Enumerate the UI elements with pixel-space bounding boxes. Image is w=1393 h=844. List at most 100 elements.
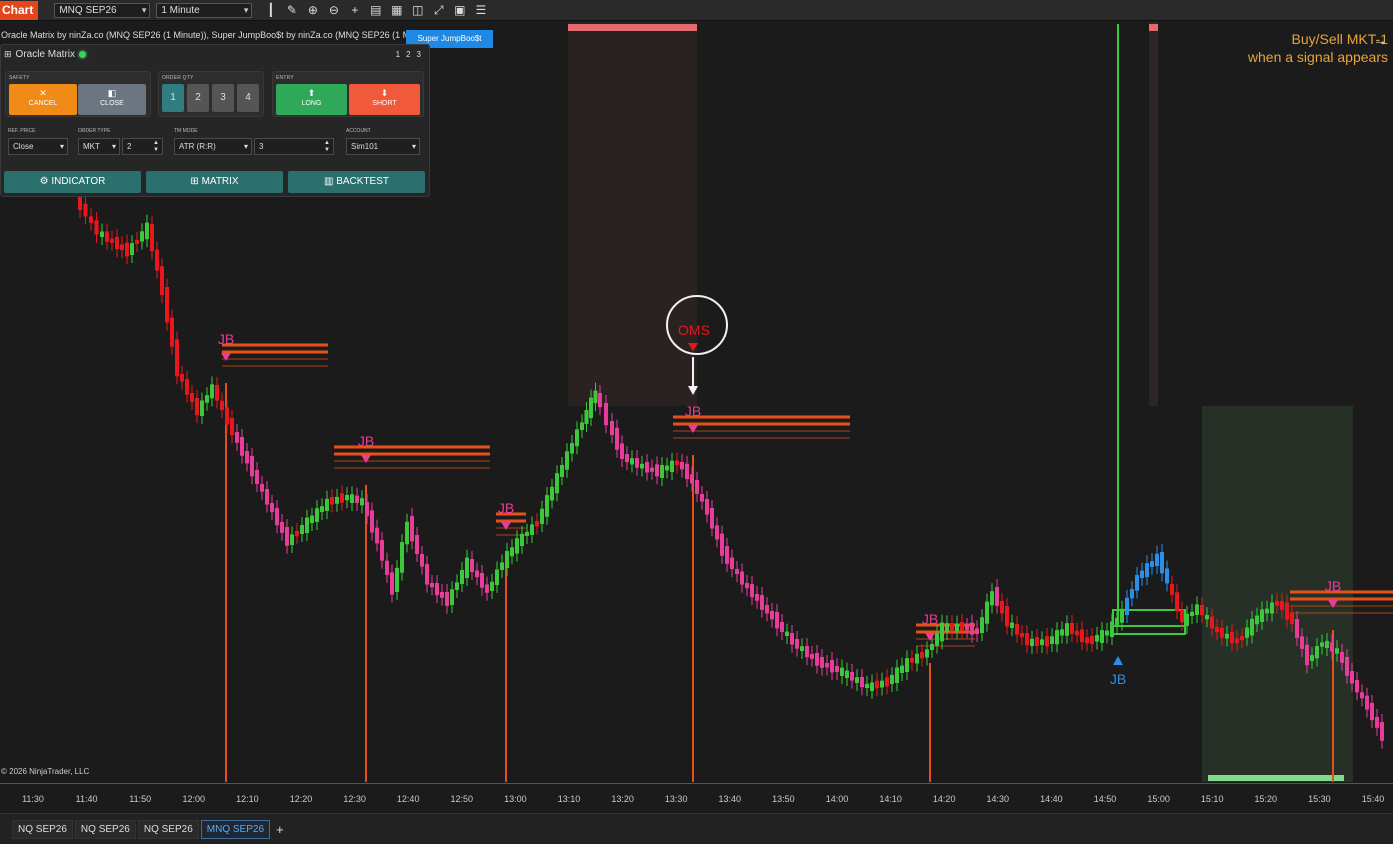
candle-body xyxy=(770,611,774,620)
account-select[interactable]: Sim101 ▾ xyxy=(346,138,420,155)
candle-body xyxy=(330,497,334,505)
time-tick: 12:00 xyxy=(182,794,206,804)
candle-body xyxy=(1020,633,1024,638)
candle-body xyxy=(270,503,274,513)
candle-body xyxy=(1265,608,1269,614)
time-tick: 11:40 xyxy=(75,794,98,804)
candle-body xyxy=(455,582,459,590)
time-axis[interactable]: 11:30 11:40 11:50 12:00 12:10 12:20 12:30 12:40… xyxy=(0,783,1393,813)
page-3-button[interactable]: 3 xyxy=(417,50,421,59)
candle-body xyxy=(265,489,269,505)
crosshair-icon[interactable]: + xyxy=(346,2,363,18)
properties-icon[interactable]: ▦ xyxy=(388,2,405,18)
candle-body xyxy=(1340,652,1344,663)
candle-body xyxy=(980,617,984,633)
tab-mnq-sep26[interactable]: MNQ SEP26 xyxy=(200,819,271,839)
candle-body xyxy=(1215,626,1219,633)
qty-4-button[interactable]: 4 xyxy=(237,84,259,112)
candle-body xyxy=(1095,635,1099,642)
candle-body xyxy=(280,522,284,533)
tab-nq-sep26-3[interactable]: NQ SEP26 xyxy=(137,819,199,839)
candle-body xyxy=(790,633,794,645)
tab-nq-sep26-1[interactable]: NQ SEP26 xyxy=(12,819,73,839)
candle-body xyxy=(370,510,374,533)
instrument-selector[interactable]: MNQ SEP26 ▾ xyxy=(54,2,151,18)
candle-body xyxy=(1280,601,1284,611)
candle-body xyxy=(580,422,584,430)
order-type-stepper[interactable]: 2 ▲ ▼ xyxy=(122,138,163,155)
candle-body xyxy=(1285,602,1289,620)
cancel-button[interactable]: ✕ CANCEL xyxy=(9,84,77,115)
jb-sell-triangle xyxy=(361,455,371,463)
qty-1-button[interactable]: 1 xyxy=(162,84,184,112)
candle-body xyxy=(593,390,598,403)
panel-title: Oracle Matrix xyxy=(15,49,75,60)
interval-selector[interactable]: 1 Minute ▾ xyxy=(156,2,253,18)
templates-icon[interactable]: ▣ xyxy=(451,2,468,18)
candle-body xyxy=(1270,602,1274,614)
candle-body xyxy=(120,244,124,251)
candle-body xyxy=(300,525,304,534)
candle-body xyxy=(505,550,509,568)
candle-body xyxy=(350,494,354,503)
candle-body xyxy=(855,677,859,683)
qty-3-button[interactable]: 3 xyxy=(212,84,234,112)
candle-body xyxy=(325,498,329,511)
candle-body xyxy=(170,317,174,347)
candle-body xyxy=(205,395,209,403)
strategies-icon[interactable]: ⤢ xyxy=(430,2,447,18)
tab-nq-sep26-2[interactable]: NQ SEP26 xyxy=(74,819,136,839)
add-tab-icon[interactable]: + xyxy=(276,822,284,837)
long-button[interactable]: ⬆ LONG xyxy=(276,84,347,115)
candle-body xyxy=(1115,617,1119,626)
candle-body xyxy=(1345,657,1349,676)
candle-body xyxy=(130,243,134,255)
entry-group: ENTRY ⬆ LONG ⬇ SHORT xyxy=(272,71,424,117)
candle-body xyxy=(1055,630,1059,645)
data-box-icon[interactable]: ▤ xyxy=(367,2,384,18)
zoom-out-icon[interactable]: ⊖ xyxy=(325,2,342,18)
ref-price-select[interactable]: Close ▾ xyxy=(8,138,68,155)
list-icon[interactable]: ☰ xyxy=(472,2,489,18)
tm-mode-select[interactable]: ATR (R:R) ▾ xyxy=(174,138,252,155)
candle-body xyxy=(435,583,439,596)
candle-body xyxy=(1110,621,1114,637)
order-type-select[interactable]: MKT ▾ xyxy=(78,138,120,155)
qty-2-button[interactable]: 2 xyxy=(187,84,209,112)
candle-body xyxy=(1305,644,1309,666)
candle-body xyxy=(1045,636,1049,647)
close-button[interactable]: ◧ CLOSE xyxy=(78,84,146,115)
tm-mode-stepper[interactable]: 3 ▲ ▼ xyxy=(254,138,334,155)
chevron-down-icon: ▾ xyxy=(111,142,116,151)
candle-body xyxy=(1380,722,1384,741)
candle-body xyxy=(535,521,539,527)
zoom-in-icon[interactable]: ⊕ xyxy=(304,2,321,18)
candle-body xyxy=(720,533,724,556)
chevron-down-icon: ▾ xyxy=(59,142,64,151)
matrix-label: MATRIX xyxy=(201,176,239,187)
candle-body xyxy=(440,592,444,598)
candle-body xyxy=(610,421,614,436)
chart-window-tab[interactable]: Chart xyxy=(0,0,39,20)
candle-body xyxy=(775,612,779,629)
jb-sell-triangle xyxy=(925,633,935,641)
indicator-button[interactable]: ⚙ INDICATOR xyxy=(4,171,141,193)
close-icon: ◧ xyxy=(107,88,117,98)
safety-group: SAFETY ✕ CANCEL ◧ CLOSE xyxy=(5,71,151,117)
backtest-button[interactable]: ▥ BACKTEST xyxy=(288,171,425,193)
candle-body xyxy=(550,486,554,501)
page-1-button[interactable]: 1 xyxy=(396,50,400,59)
arrow-right-icon[interactable]: → xyxy=(1373,32,1387,48)
matrix-button[interactable]: ⊞ MATRIX xyxy=(146,171,283,193)
pencil-icon[interactable]: ✎ xyxy=(283,2,300,18)
candle-body xyxy=(1120,608,1124,623)
candlestick-series xyxy=(78,183,1384,749)
bars-icon[interactable]: ┃ xyxy=(262,2,279,18)
short-button[interactable]: ⬇ SHORT xyxy=(349,84,420,115)
candle-body xyxy=(1295,619,1299,638)
indicators-icon[interactable]: ◫ xyxy=(409,2,426,18)
candle-body xyxy=(680,462,684,470)
page-2-button[interactable]: 2 xyxy=(406,50,410,59)
candle-body xyxy=(1220,628,1224,638)
alert-text: Buy/Sell MKT-1 when a signal appears xyxy=(1248,30,1388,66)
